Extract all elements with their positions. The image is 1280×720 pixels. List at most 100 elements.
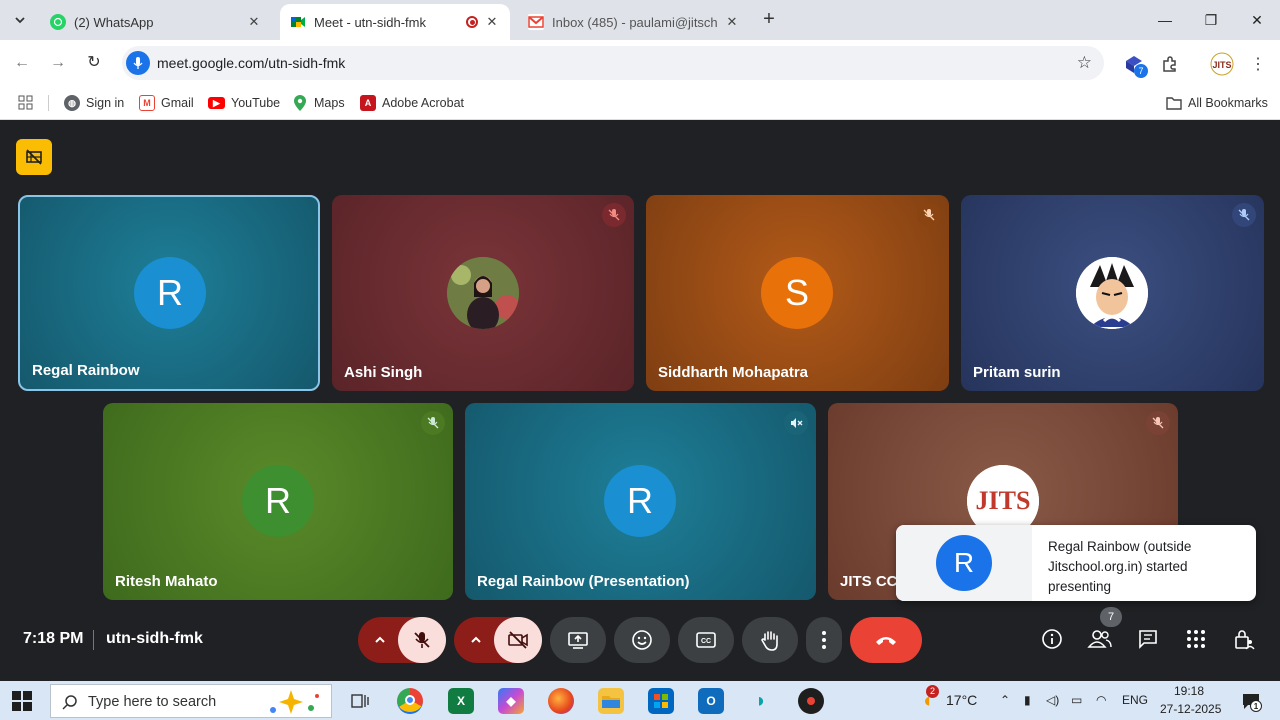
reactions-button[interactable] — [614, 617, 670, 663]
extension-badge: 7 — [1134, 64, 1148, 78]
participant-tile[interactable]: R Regal Rainbow — [18, 195, 320, 391]
notification-icon[interactable]: 1 — [1238, 688, 1264, 714]
participant-tile[interactable]: Ashi Singh — [332, 195, 634, 391]
more-options-button[interactable] — [806, 617, 842, 663]
search-icon — [62, 695, 77, 710]
bookmark-label: Adobe Acrobat — [382, 96, 465, 110]
toolbar: ← → ↻ meet.google.com/utn-sidh-fmk ☆ 7 J… — [0, 40, 1280, 86]
copilot-icon[interactable]: ◆ — [498, 688, 524, 714]
chrome-icon[interactable] — [397, 688, 423, 714]
meeting-details-button[interactable] — [1032, 619, 1072, 659]
participant-name: Regal Rainbow — [32, 362, 140, 379]
tab-strip: (2) WhatsApp ✕ Meet - utn-sidh-fmk ✕ Inb… — [0, 0, 1280, 40]
bookmark-adobe-acrobat[interactable]: A Adobe Acrobat — [360, 93, 464, 113]
taskbar-date[interactable]: 27-12-2025 — [1160, 702, 1221, 716]
participant-name: Regal Rainbow (Presentation) — [477, 573, 690, 590]
participant-tile[interactable]: Pritam surin — [961, 195, 1264, 391]
wifi-icon[interactable]: ◠ — [1096, 693, 1106, 707]
globe-icon: ◍ — [64, 95, 80, 111]
speaker-icon[interactable]: ◁) — [1046, 693, 1059, 707]
bookmark-maps[interactable]: Maps — [292, 93, 345, 113]
outlook-icon[interactable]: O — [698, 688, 724, 714]
back-button[interactable]: ← — [10, 52, 34, 74]
video-options-button[interactable] — [464, 628, 488, 652]
chat-button[interactable] — [1128, 619, 1168, 659]
youtube-icon: ▶ — [208, 97, 225, 109]
avatar — [447, 257, 519, 329]
acrobat-icon: A — [360, 95, 376, 111]
tab-title: Meet - utn-sidh-fmk — [314, 14, 426, 30]
participant-name: Ritesh Mahato — [115, 573, 218, 590]
store-icon[interactable] — [648, 688, 674, 714]
reload-button[interactable]: ↻ — [82, 52, 106, 74]
recording-icon — [466, 16, 478, 28]
bookmark-star-icon[interactable]: ☆ — [1077, 53, 1092, 73]
present-screen-button[interactable] — [550, 617, 606, 663]
tab-meet[interactable]: Meet - utn-sidh-fmk ✕ — [280, 4, 510, 40]
audio-options-button[interactable] — [368, 628, 392, 652]
search-placeholder: Type here to search — [88, 694, 217, 710]
close-icon[interactable]: ✕ — [724, 14, 740, 30]
edge-icon[interactable]: ◗ — [748, 688, 774, 714]
participant-tile[interactable]: R Regal Rainbow (Presentation) — [465, 403, 816, 600]
profile-avatar[interactable]: JITS — [1210, 52, 1234, 76]
meet-icon — [290, 14, 306, 30]
captions-icon: CC — [696, 632, 716, 648]
tab-gmail[interactable]: Inbox (485) - paulami@jitschoo ✕ — [518, 4, 750, 40]
apps-grid-icon — [1187, 630, 1205, 648]
firefox-icon[interactable] — [548, 688, 574, 714]
avatar — [1076, 257, 1148, 329]
battery-icon[interactable]: ▭ — [1071, 693, 1082, 707]
apps-icon[interactable] — [18, 93, 34, 113]
bookmark-gmail[interactable]: M Gmail — [139, 93, 194, 113]
all-bookmarks[interactable]: All Bookmarks — [1166, 93, 1268, 113]
language-indicator[interactable]: ENG — [1122, 693, 1148, 707]
separator — [48, 95, 49, 111]
people-button[interactable] — [1080, 619, 1120, 659]
activities-button[interactable] — [1176, 619, 1216, 659]
video-grid-icon — [26, 149, 42, 165]
chevron-up-icon — [471, 636, 481, 643]
file-explorer-icon[interactable] — [598, 688, 624, 714]
minimize-button[interactable]: — — [1150, 6, 1180, 34]
bookmarks-bar: ◍ Sign in M Gmail ▶ YouTube Maps A Adobe… — [0, 86, 1280, 120]
task-view-icon[interactable] — [347, 688, 373, 714]
taskbar-time[interactable]: 19:18 — [1174, 684, 1204, 698]
restore-button[interactable]: ❐ — [1196, 6, 1226, 34]
windows-start-button[interactable] — [12, 691, 32, 711]
bookmark-label: Sign in — [86, 96, 125, 110]
chevron-up-icon[interactable]: ⌃ — [1000, 693, 1010, 707]
bookmark-sign-in[interactable]: ◍ Sign in — [64, 93, 124, 113]
weather-temp[interactable]: 17°C — [946, 692, 977, 708]
tab-search-button[interactable] — [8, 8, 32, 32]
menu-icon[interactable]: ⋮ — [1246, 52, 1270, 76]
close-window-button[interactable]: ✕ — [1242, 6, 1272, 34]
separator — [93, 630, 94, 650]
excel-icon[interactable]: X — [448, 688, 474, 714]
mic-off-icon — [1232, 203, 1256, 227]
captions-button[interactable]: CC — [678, 617, 734, 663]
close-icon[interactable]: ✕ — [246, 14, 262, 30]
forward-button[interactable]: → — [46, 52, 70, 74]
microphone-icon[interactable] — [126, 51, 150, 75]
address-bar[interactable]: meet.google.com/utn-sidh-fmk ☆ — [122, 46, 1104, 80]
bookmark-youtube[interactable]: ▶ YouTube — [208, 93, 280, 113]
puzzle-icon[interactable] — [1158, 52, 1182, 76]
microphone-toggle[interactable] — [398, 617, 446, 663]
raise-hand-button[interactable] — [742, 617, 798, 663]
hide-self-view-button[interactable] — [16, 139, 52, 175]
extension-icon[interactable]: 7 — [1122, 52, 1148, 78]
camera-toggle[interactable] — [494, 617, 542, 663]
svg-text:JITS: JITS — [1212, 60, 1231, 70]
host-controls-button[interactable] — [1224, 619, 1264, 659]
presenting-notification: R Regal Rainbow (outside Jitschool.org.i… — [896, 525, 1256, 601]
microphone-icon[interactable]: ▮ — [1024, 693, 1031, 707]
close-icon[interactable]: ✕ — [484, 14, 500, 30]
leave-call-button[interactable] — [850, 617, 922, 663]
tab-whatsapp[interactable]: (2) WhatsApp ✕ — [40, 4, 272, 40]
participant-tile[interactable]: S Siddharth Mohapatra — [646, 195, 949, 391]
taskbar-search[interactable]: Type here to search — [50, 684, 332, 718]
new-tab-button[interactable]: + — [758, 8, 780, 32]
participant-tile[interactable]: R Ritesh Mahato — [103, 403, 453, 600]
app-icon[interactable] — [798, 688, 824, 714]
